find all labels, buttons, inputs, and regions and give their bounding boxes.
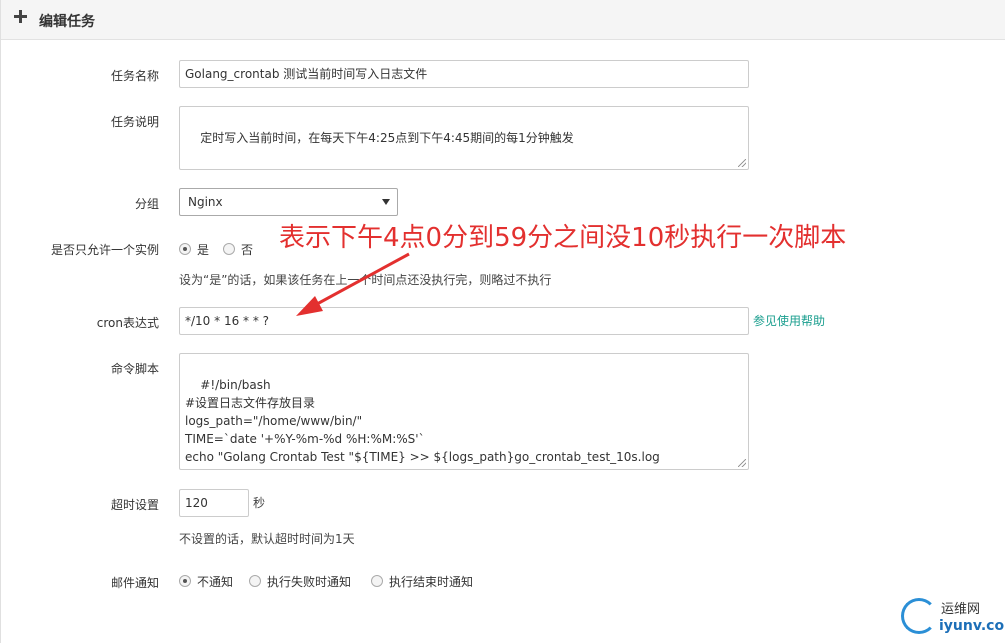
watermark-logo: 运维网 iyunv.com [899, 596, 1005, 640]
annotation-text: 表示下午4点0分到59分之间没10秒执行一次脚本 [279, 223, 847, 253]
edit-task-panel: 编辑任务 任务名称 Golang_crontab 测试当前时间写入日志文件 任务… [0, 0, 1005, 643]
watermark-line1: 运维网 [941, 602, 981, 617]
watermark-line2: iyunv.com [939, 618, 1005, 634]
logo-swirl-icon [901, 598, 937, 634]
annotation-arrow [296, 252, 410, 316]
